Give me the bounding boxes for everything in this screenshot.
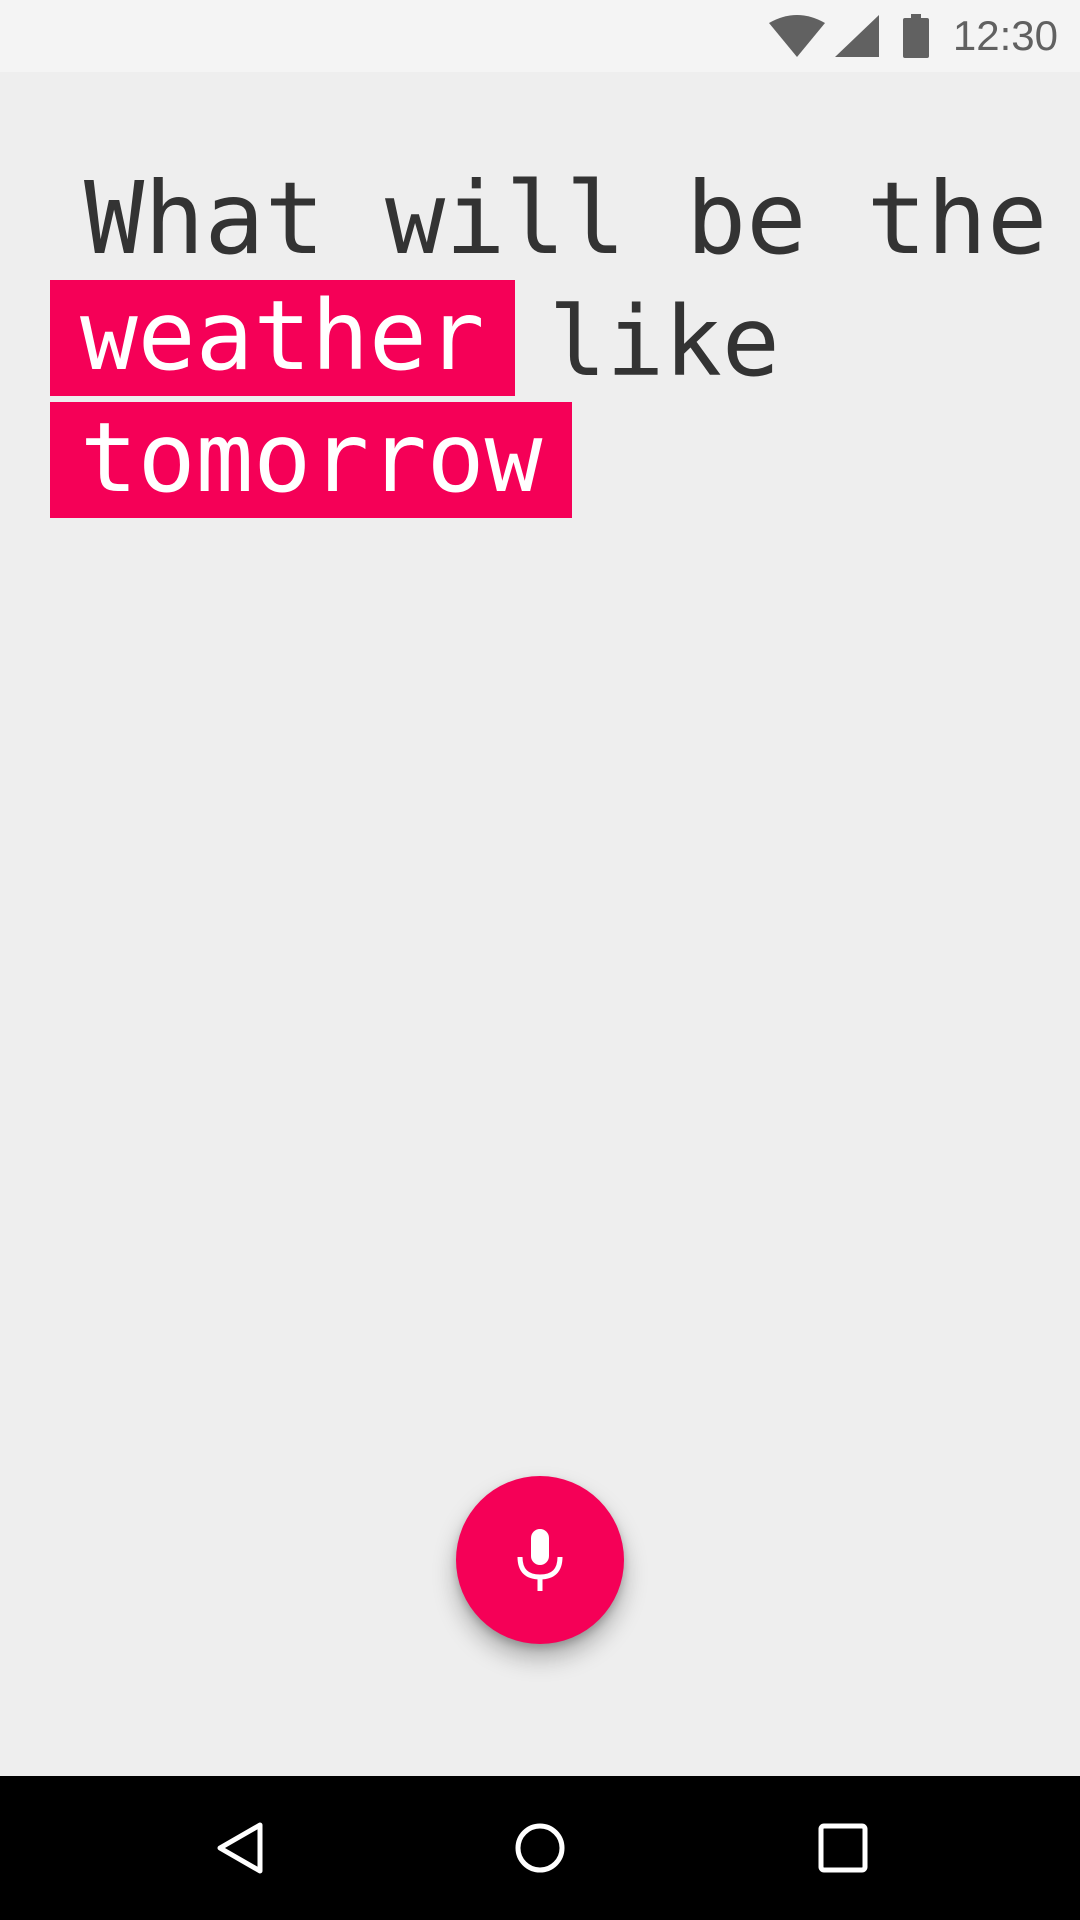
query-line-2: weather like	[50, 280, 1040, 402]
recents-icon	[818, 1823, 868, 1873]
back-icon	[217, 1822, 263, 1874]
signal-icon	[834, 15, 879, 57]
status-icons: 12:30	[768, 0, 1058, 72]
home-icon	[515, 1823, 565, 1873]
back-button[interactable]	[160, 1776, 320, 1920]
highlighted-word-tomorrow: tomorrow	[50, 402, 573, 518]
microphone-icon	[517, 1529, 563, 1591]
recognized-query: What will be the weather like tomorrow	[50, 158, 1048, 524]
status-bar: 12:30	[0, 0, 1080, 72]
wifi-icon	[768, 15, 825, 57]
voice-search-screen: 12:30 What will be the weather like tomor…	[0, 0, 1080, 1920]
battery-icon	[902, 14, 929, 58]
status-time: 12:30	[952, 12, 1058, 59]
navigation-bar	[0, 1776, 1080, 1920]
microphone-button[interactable]	[456, 1476, 624, 1644]
recents-button[interactable]	[763, 1776, 923, 1920]
query-line-3: tomorrow	[50, 402, 1040, 524]
highlighted-word-weather: weather	[50, 280, 515, 396]
query-word-like: like	[548, 286, 780, 398]
home-button[interactable]	[460, 1776, 620, 1920]
query-line-1: What will be the	[84, 160, 1048, 277]
